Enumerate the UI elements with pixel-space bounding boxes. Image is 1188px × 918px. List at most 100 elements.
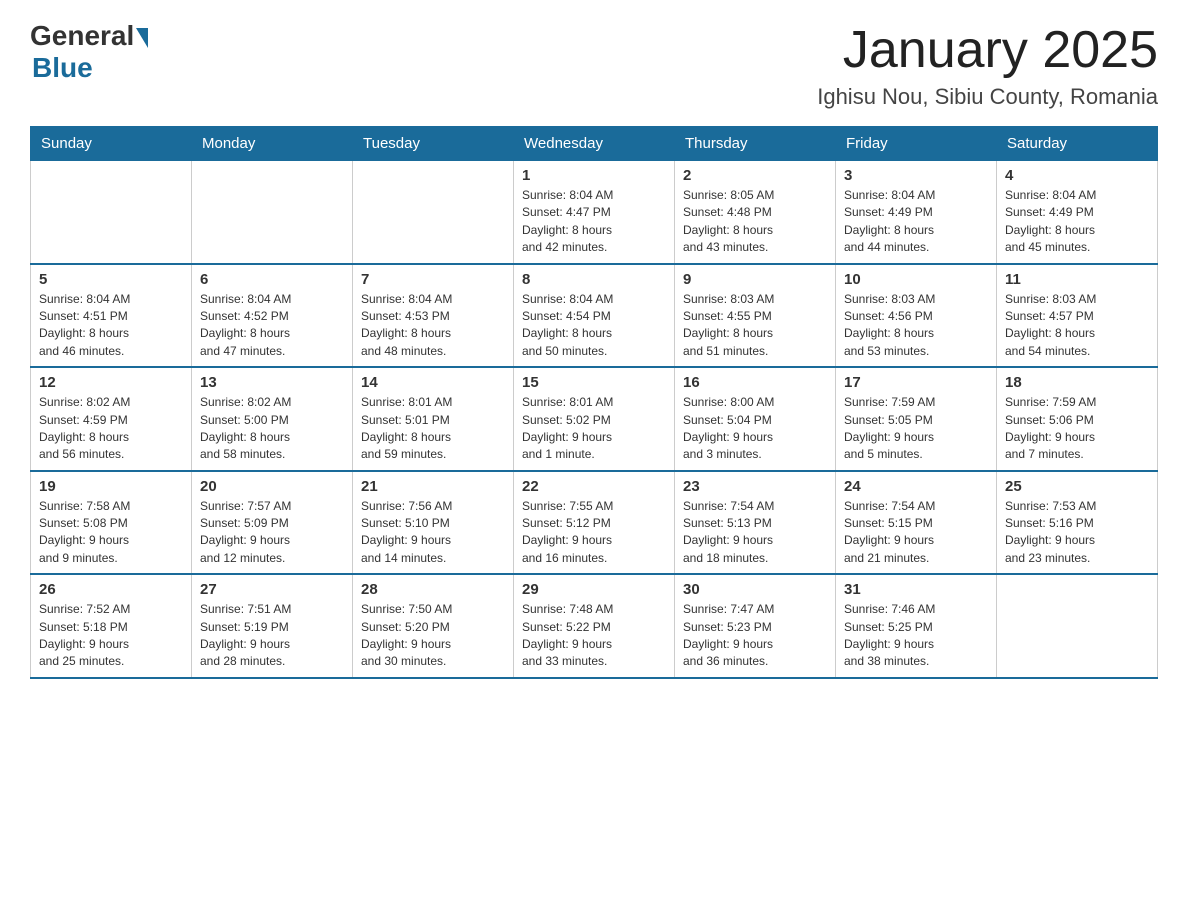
calendar-week-row: 5Sunrise: 8:04 AM Sunset: 4:51 PM Daylig… <box>31 264 1158 368</box>
day-number: 13 <box>200 374 344 391</box>
calendar-cell: 1Sunrise: 8:04 AM Sunset: 4:47 PM Daylig… <box>514 161 675 264</box>
calendar-cell: 19 Sunrise: 7:58 AM Sunset: 5:08 PM Dayli… <box>31 471 192 575</box>
day-info: Sunrise: 8:04 AM Sunset: 4:52 PM Dayligh… <box>200 291 344 361</box>
logo-general-text: General <box>30 20 134 52</box>
calendar-cell: 21 Sunrise: 7:56 AM Sunset: 5:10 PM Dayli… <box>353 471 514 575</box>
calendar-cell: 12 Sunrise: 8:02 AM Sunset: 4:59 PM Dayli… <box>31 367 192 471</box>
calendar-cell: 16Sunrise: 8:00 AM Sunset: 5:04 PM Dayli… <box>675 367 836 471</box>
day-number: 22 <box>522 478 666 495</box>
logo: General Blue <box>30 20 148 84</box>
day-number: 18 <box>1005 374 1149 391</box>
calendar-cell: 5Sunrise: 8:04 AM Sunset: 4:51 PM Daylig… <box>31 264 192 368</box>
day-number: 28 <box>361 581 505 598</box>
day-number: 31 <box>844 581 988 598</box>
day-info: Sunrise: 8:03 AM Sunset: 4:55 PM Dayligh… <box>683 291 827 361</box>
calendar-cell: 8Sunrise: 8:04 AM Sunset: 4:54 PM Daylig… <box>514 264 675 368</box>
calendar-cell: 22 Sunrise: 7:55 AM Sunset: 5:12 PM Dayli… <box>514 471 675 575</box>
day-number: 8 <box>522 271 666 288</box>
location-title: Ighisu Nou, Sibiu County, Romania <box>817 84 1158 110</box>
title-area: January 2025 Ighisu Nou, Sibiu County, R… <box>817 20 1158 110</box>
calendar-cell: 2 Sunrise: 8:05 AM Sunset: 4:48 PM Daylig… <box>675 161 836 264</box>
day-info: Sunrise: 7:59 AM Sunset: 5:05 PM Dayligh… <box>844 394 988 464</box>
calendar-cell: 20 Sunrise: 7:57 AM Sunset: 5:09 PM Dayli… <box>192 471 353 575</box>
day-number: 9 <box>683 271 827 288</box>
calendar-cell: 15Sunrise: 8:01 AM Sunset: 5:02 PM Dayli… <box>514 367 675 471</box>
calendar-cell <box>353 161 514 264</box>
day-info: Sunrise: 8:03 AM Sunset: 4:57 PM Dayligh… <box>1005 291 1149 361</box>
calendar-cell: 13 Sunrise: 8:02 AM Sunset: 5:00 PM Dayli… <box>192 367 353 471</box>
page-header: General Blue January 2025 Ighisu Nou, Si… <box>30 20 1158 110</box>
calendar-cell <box>31 161 192 264</box>
day-info: Sunrise: 7:52 AM Sunset: 5:18 PM Dayligh… <box>39 601 183 671</box>
day-info: Sunrise: 8:01 AM Sunset: 5:02 PM Dayligh… <box>522 394 666 464</box>
day-number: 25 <box>1005 478 1149 495</box>
day-info: Sunrise: 7:53 AM Sunset: 5:16 PM Dayligh… <box>1005 498 1149 568</box>
day-number: 7 <box>361 271 505 288</box>
day-info: Sunrise: 7:54 AM Sunset: 5:13 PM Dayligh… <box>683 498 827 568</box>
day-number: 2 <box>683 167 827 184</box>
day-number: 20 <box>200 478 344 495</box>
calendar-cell: 25 Sunrise: 7:53 AM Sunset: 5:16 PM Dayli… <box>997 471 1158 575</box>
col-header-thursday: Thursday <box>675 127 836 161</box>
day-number: 24 <box>844 478 988 495</box>
calendar-week-row: 19 Sunrise: 7:58 AM Sunset: 5:08 PM Dayli… <box>31 471 1158 575</box>
calendar-cell: 23 Sunrise: 7:54 AM Sunset: 5:13 PM Dayli… <box>675 471 836 575</box>
day-number: 30 <box>683 581 827 598</box>
col-header-friday: Friday <box>836 127 997 161</box>
calendar-cell: 18Sunrise: 7:59 AM Sunset: 5:06 PM Dayli… <box>997 367 1158 471</box>
day-info: Sunrise: 7:57 AM Sunset: 5:09 PM Dayligh… <box>200 498 344 568</box>
calendar-cell: 28Sunrise: 7:50 AM Sunset: 5:20 PM Dayli… <box>353 574 514 678</box>
day-number: 4 <box>1005 167 1149 184</box>
day-number: 29 <box>522 581 666 598</box>
day-info: Sunrise: 8:02 AM Sunset: 4:59 PM Dayligh… <box>39 394 183 464</box>
calendar-cell <box>192 161 353 264</box>
day-info: Sunrise: 7:54 AM Sunset: 5:15 PM Dayligh… <box>844 498 988 568</box>
day-number: 1 <box>522 167 666 184</box>
logo-blue-text: Blue <box>32 52 93 84</box>
col-header-saturday: Saturday <box>997 127 1158 161</box>
day-info: Sunrise: 7:46 AM Sunset: 5:25 PM Dayligh… <box>844 601 988 671</box>
col-header-tuesday: Tuesday <box>353 127 514 161</box>
col-header-sunday: Sunday <box>31 127 192 161</box>
day-number: 12 <box>39 374 183 391</box>
calendar-cell: 31 Sunrise: 7:46 AM Sunset: 5:25 PM Dayli… <box>836 574 997 678</box>
calendar-cell: 7 Sunrise: 8:04 AM Sunset: 4:53 PM Daylig… <box>353 264 514 368</box>
day-info: Sunrise: 8:03 AM Sunset: 4:56 PM Dayligh… <box>844 291 988 361</box>
day-info: Sunrise: 7:55 AM Sunset: 5:12 PM Dayligh… <box>522 498 666 568</box>
day-info: Sunrise: 8:01 AM Sunset: 5:01 PM Dayligh… <box>361 394 505 464</box>
day-info: Sunrise: 8:04 AM Sunset: 4:53 PM Dayligh… <box>361 291 505 361</box>
calendar-cell: 26Sunrise: 7:52 AM Sunset: 5:18 PM Dayli… <box>31 574 192 678</box>
calendar-week-row: 1Sunrise: 8:04 AM Sunset: 4:47 PM Daylig… <box>31 161 1158 264</box>
day-info: Sunrise: 8:04 AM Sunset: 4:49 PM Dayligh… <box>1005 187 1149 257</box>
calendar-cell: 9 Sunrise: 8:03 AM Sunset: 4:55 PM Daylig… <box>675 264 836 368</box>
day-number: 10 <box>844 271 988 288</box>
calendar-header-row: SundayMondayTuesdayWednesdayThursdayFrid… <box>31 127 1158 161</box>
day-number: 6 <box>200 271 344 288</box>
calendar-week-row: 26Sunrise: 7:52 AM Sunset: 5:18 PM Dayli… <box>31 574 1158 678</box>
calendar-week-row: 12 Sunrise: 8:02 AM Sunset: 4:59 PM Dayli… <box>31 367 1158 471</box>
day-number: 23 <box>683 478 827 495</box>
calendar-cell: 11Sunrise: 8:03 AM Sunset: 4:57 PM Dayli… <box>997 264 1158 368</box>
day-number: 27 <box>200 581 344 598</box>
calendar-cell <box>997 574 1158 678</box>
calendar-cell: 17Sunrise: 7:59 AM Sunset: 5:05 PM Dayli… <box>836 367 997 471</box>
calendar-cell: 6 Sunrise: 8:04 AM Sunset: 4:52 PM Daylig… <box>192 264 353 368</box>
calendar-cell: 29 Sunrise: 7:48 AM Sunset: 5:22 PM Dayli… <box>514 574 675 678</box>
day-info: Sunrise: 7:51 AM Sunset: 5:19 PM Dayligh… <box>200 601 344 671</box>
day-number: 3 <box>844 167 988 184</box>
day-number: 19 <box>39 478 183 495</box>
col-header-wednesday: Wednesday <box>514 127 675 161</box>
logo-triangle-icon <box>136 28 148 48</box>
calendar-cell: 3Sunrise: 8:04 AM Sunset: 4:49 PM Daylig… <box>836 161 997 264</box>
day-info: Sunrise: 7:47 AM Sunset: 5:23 PM Dayligh… <box>683 601 827 671</box>
day-info: Sunrise: 7:58 AM Sunset: 5:08 PM Dayligh… <box>39 498 183 568</box>
calendar-cell: 27 Sunrise: 7:51 AM Sunset: 5:19 PM Dayli… <box>192 574 353 678</box>
day-info: Sunrise: 7:56 AM Sunset: 5:10 PM Dayligh… <box>361 498 505 568</box>
day-info: Sunrise: 7:48 AM Sunset: 5:22 PM Dayligh… <box>522 601 666 671</box>
day-info: Sunrise: 8:04 AM Sunset: 4:51 PM Dayligh… <box>39 291 183 361</box>
day-info: Sunrise: 8:05 AM Sunset: 4:48 PM Dayligh… <box>683 187 827 257</box>
day-number: 21 <box>361 478 505 495</box>
day-info: Sunrise: 8:02 AM Sunset: 5:00 PM Dayligh… <box>200 394 344 464</box>
calendar-table: SundayMondayTuesdayWednesdayThursdayFrid… <box>30 126 1158 679</box>
calendar-cell: 24 Sunrise: 7:54 AM Sunset: 5:15 PM Dayli… <box>836 471 997 575</box>
